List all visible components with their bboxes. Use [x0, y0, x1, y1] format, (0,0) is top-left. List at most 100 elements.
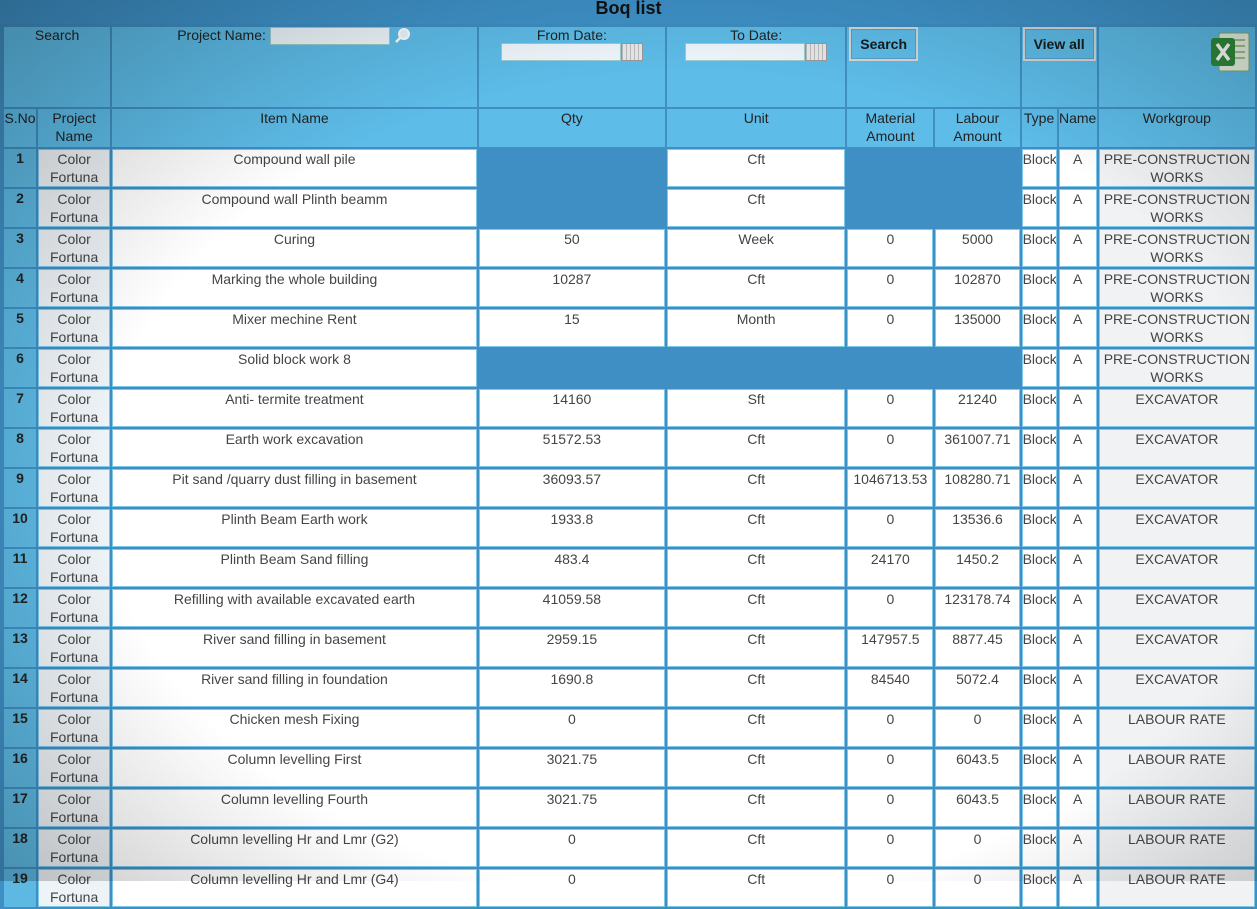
cell-name: A: [1058, 189, 1097, 227]
cell-item: Solid block work 8: [112, 349, 477, 387]
cell-name: A: [1058, 549, 1097, 587]
cell-sno: 15: [4, 709, 37, 747]
cell-name: A: [1058, 869, 1097, 907]
search-icon[interactable]: [394, 27, 412, 45]
cell-qty: [479, 149, 665, 187]
cell-qty: 10287: [478, 269, 666, 307]
cell-sno: 4: [4, 269, 37, 307]
excel-export-icon[interactable]: [1209, 30, 1251, 74]
calendar-icon[interactable]: [620, 43, 643, 62]
cell-type: Block: [1021, 829, 1057, 867]
cell-name: A: [1058, 309, 1097, 347]
cell-type: Block: [1021, 269, 1057, 307]
cell-type: Block: [1021, 429, 1057, 467]
cell-item: Chicken mesh Fixing: [112, 709, 477, 747]
cell-project: Color Fortuna: [38, 349, 111, 387]
cell-type: Block: [1021, 509, 1057, 547]
cell-sno: 7: [4, 389, 37, 427]
cell-material: 0: [847, 309, 934, 347]
cell-labour: 5000: [935, 229, 1020, 267]
cell-unit: Cft: [667, 509, 846, 547]
cell-material: 24170: [847, 549, 934, 587]
cell-sno: 3: [4, 229, 37, 267]
cell-labour: [935, 149, 1019, 187]
cell-sno: 19: [4, 869, 37, 907]
cell-workgroup: LABOUR RATE: [1098, 829, 1255, 867]
cell-unit: Cft: [667, 269, 846, 307]
search-label: Search: [4, 27, 111, 107]
table-row: 6 Color Fortuna Solid block work 8 Block A PR…: [4, 349, 1255, 387]
cell-project: Color Fortuna: [38, 549, 111, 587]
cell-item: Compound wall pile: [112, 149, 477, 187]
col-project: Project Name: [38, 109, 111, 147]
cell-workgroup: LABOUR RATE: [1098, 869, 1255, 907]
cell-qty: 15: [478, 309, 666, 347]
cell-workgroup: PRE-CONSTRUCTION WORKS: [1098, 269, 1255, 307]
to-date-input[interactable]: [685, 43, 806, 62]
cell-qty: 0: [478, 869, 666, 907]
cell-material: 0: [847, 389, 934, 427]
cell-sno: 2: [4, 189, 37, 227]
cell-unit: Cft: [667, 749, 846, 787]
cell-item: River sand filling in basement: [112, 629, 477, 667]
cell-material: 0: [847, 429, 934, 467]
to-date-label: To Date:: [730, 27, 783, 43]
cell-item: Marking the whole building: [112, 269, 477, 307]
table-row: 8 Color Fortuna Earth work excavation 51572…: [4, 429, 1255, 467]
calendar-icon[interactable]: [805, 43, 828, 62]
cell-type: Block: [1021, 469, 1057, 507]
cell-labour: 6043.5: [935, 789, 1020, 827]
cell-material: 0: [847, 269, 934, 307]
cell-workgroup: PRE-CONSTRUCTION WORKS: [1098, 309, 1255, 347]
cell-sno: 1: [4, 149, 37, 187]
cell-type: Block: [1021, 229, 1057, 267]
table-row: 11 Color Fortuna Plinth Beam Sand filling 4…: [4, 549, 1255, 587]
cell-labour: 0: [935, 869, 1020, 907]
cell-qty: 0: [478, 829, 666, 867]
cell-type: Block: [1021, 789, 1057, 827]
cell-workgroup: EXCAVATOR: [1098, 549, 1255, 587]
table-row: 12 Color Fortuna Refilling with available …: [4, 589, 1255, 627]
cell-project: Color Fortuna: [38, 429, 111, 467]
col-labour: Labour Amount: [935, 109, 1020, 147]
cell-qty: 3021.75: [478, 749, 666, 787]
cell-project: Color Fortuna: [38, 389, 111, 427]
view-all-cell: View all: [1021, 27, 1097, 107]
cell-workgroup: EXCAVATOR: [1098, 669, 1255, 707]
cell-material: 0: [847, 749, 934, 787]
table-row: 15 Color Fortuna Chicken mesh Fixing 0 Cft 0 0…: [4, 709, 1255, 747]
cell-workgroup: PRE-CONSTRUCTION WORKS: [1098, 149, 1255, 187]
table-row: 4 Color Fortuna Marking the whole building…: [4, 269, 1255, 307]
cell-type: Block: [1021, 389, 1057, 427]
project-name-input[interactable]: [269, 27, 390, 46]
cell-qty: 2959.15: [478, 629, 666, 667]
cell-sno: 17: [4, 789, 37, 827]
cell-name: A: [1058, 789, 1097, 827]
table-row: 19 Color Fortuna Column levelling Hr and L…: [4, 869, 1255, 907]
search-button[interactable]: Search: [849, 27, 918, 61]
cell-sno: 13: [4, 629, 37, 667]
table-row: 2 Color Fortuna Compound wall Plinth beamm…: [4, 189, 1255, 227]
cell-project: Color Fortuna: [38, 789, 111, 827]
cell-sno: 9: [4, 469, 37, 507]
cell-sno: 10: [4, 509, 37, 547]
cell-workgroup: PRE-CONSTRUCTION WORKS: [1098, 189, 1255, 227]
view-all-button[interactable]: View all: [1022, 27, 1096, 61]
cell-project: Color Fortuna: [38, 189, 111, 227]
cell-name: A: [1058, 829, 1097, 867]
cell-qty: [479, 349, 665, 387]
cell-labour: 135000: [935, 309, 1020, 347]
table-row: 17 Color Fortuna Column levelling Fourth 30…: [4, 789, 1255, 827]
cell-item: River sand filling in foundation: [112, 669, 477, 707]
cell-material: [847, 149, 933, 187]
cell-unit: Cft: [667, 149, 846, 187]
cell-workgroup: LABOUR RATE: [1098, 749, 1255, 787]
cell-material: 0: [847, 589, 934, 627]
cell-unit: Cft: [667, 549, 846, 587]
cell-type: Block: [1021, 349, 1057, 387]
cell-item: Pit sand /quarry dust filling in basemen…: [112, 469, 477, 507]
cell-labour: 13536.6: [935, 509, 1020, 547]
cell-labour: 6043.5: [935, 749, 1020, 787]
from-date-input[interactable]: [500, 43, 621, 62]
cell-name: A: [1058, 469, 1097, 507]
